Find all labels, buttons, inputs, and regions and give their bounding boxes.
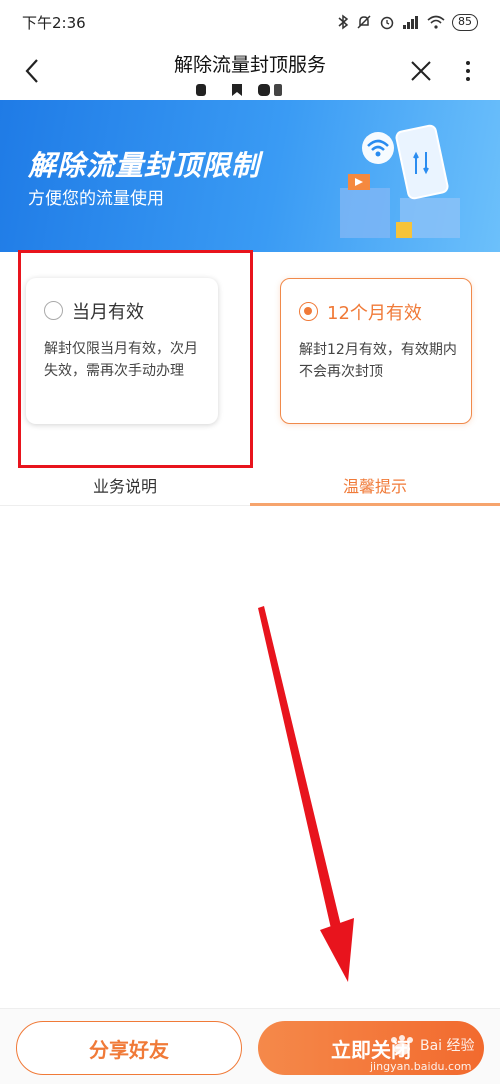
mute-icon (357, 15, 371, 29)
highlight-annotation (18, 250, 253, 468)
bluetooth-icon (338, 14, 349, 30)
watermark-url: jingyan.baidu.com (370, 1060, 472, 1073)
promo-banner: 解除流量封顶限制 方便您的流量使用 (0, 100, 500, 252)
wifi-icon (427, 15, 445, 29)
radio-checked-icon[interactable] (299, 302, 318, 321)
status-time: 下午2:36 (22, 13, 86, 32)
close-button[interactable] (406, 56, 436, 86)
battery-indicator: 85 (452, 13, 478, 31)
banner-subtitle: 方便您的流量使用 (28, 189, 164, 209)
baidu-jingyan-logo-icon: Bai 经验 (391, 1035, 475, 1055)
more-menu-button[interactable] (456, 56, 480, 86)
phone-illustration-icon (340, 124, 460, 238)
plan-label: 12个月有效 (327, 303, 422, 324)
banner-title: 解除流量封顶限制 (28, 149, 261, 182)
signal-icon (403, 16, 418, 29)
more-dot-icon (466, 61, 470, 65)
status-bar: 下午2:36 85 (0, 0, 500, 44)
more-dot-icon (466, 77, 470, 81)
status-icons: 85 (337, 13, 478, 31)
arrow-annotation-icon (258, 606, 354, 982)
redaction-mark (196, 84, 282, 96)
alarm-icon (380, 16, 394, 30)
plan-description: 解封12月有效，有效期内不会再次封顶 (299, 342, 457, 380)
tab-service-description[interactable]: 业务说明 (0, 470, 250, 505)
info-tabs: 业务说明 温馨提示 (0, 470, 500, 506)
plan-card-12-months[interactable]: 12个月有效 解封12月有效，有效期内不会再次封顶 (280, 278, 472, 424)
close-icon (411, 61, 431, 81)
watermark-logo-text: Bai 经验 (420, 1038, 475, 1054)
more-dot-icon (466, 69, 470, 73)
tab-tips[interactable]: 温馨提示 (250, 470, 500, 506)
share-button[interactable]: 分享好友 (16, 1021, 242, 1075)
